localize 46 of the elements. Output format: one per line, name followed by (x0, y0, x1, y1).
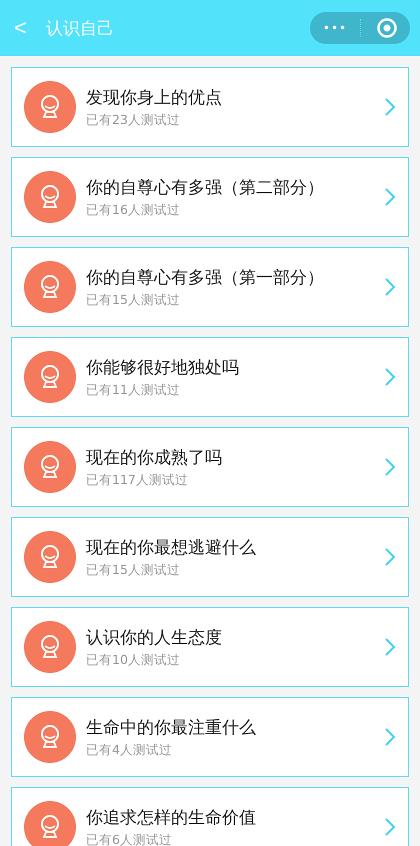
test-title: 现在的你成熟了吗 (86, 446, 223, 468)
page-title: 认识自己 (46, 18, 115, 40)
test-card[interactable]: 发现你身上的优点 已有23人测试过 (11, 67, 409, 147)
test-card[interactable]: 现在的你成熟了吗 已有117人测试过 (11, 427, 409, 507)
chevron-right-icon (384, 547, 396, 567)
chevron-right-icon (384, 637, 396, 657)
chevron-right-icon (384, 817, 396, 837)
test-card[interactable]: 你追求怎样的生命价值 已有6人测试过 (11, 787, 409, 846)
mirror-icon (24, 351, 76, 403)
mirror-icon (24, 171, 76, 223)
mirror-icon (24, 81, 76, 133)
participant-count: 已有6人测试过 (86, 832, 173, 846)
test-title: 你追求怎样的生命价值 (86, 806, 257, 828)
test-title: 生命中的你最注重什么 (86, 716, 257, 738)
mirror-icon (24, 801, 76, 846)
chevron-right-icon (384, 457, 396, 477)
chevron-right-icon (384, 97, 396, 117)
participant-count: 已有4人测试过 (86, 742, 173, 758)
test-title: 发现你身上的优点 (86, 86, 223, 108)
mirror-icon (24, 441, 76, 493)
mirror-icon (24, 621, 76, 673)
test-card[interactable]: 生命中的你最注重什么 已有4人测试过 (11, 697, 409, 777)
test-title: 你能够很好地独处吗 (86, 356, 240, 378)
test-card[interactable]: 你能够很好地独处吗 已有11人测试过 (11, 337, 409, 417)
participant-count: 已有10人测试过 (86, 652, 181, 668)
test-title: 你的自尊心有多强（第一部分） (86, 266, 325, 288)
test-title: 现在的你最想逃避什么 (86, 536, 257, 558)
chevron-right-icon (384, 727, 396, 747)
test-title: 你的自尊心有多强（第二部分） (86, 176, 325, 198)
participant-count: 已有16人测试过 (86, 202, 181, 218)
participant-count: 已有117人测试过 (86, 472, 189, 488)
participant-count: 已有23人测试过 (86, 112, 181, 128)
test-card[interactable]: 你的自尊心有多强（第二部分） 已有16人测试过 (11, 157, 409, 237)
chevron-right-icon (384, 277, 396, 297)
test-title: 认识你的人生态度 (86, 626, 223, 648)
chevron-right-icon (384, 367, 396, 387)
test-card[interactable]: 你的自尊心有多强（第一部分） 已有15人测试过 (11, 247, 409, 327)
participant-count: 已有11人测试过 (86, 382, 181, 398)
mirror-icon (24, 261, 76, 313)
test-card[interactable]: 现在的你最想逃避什么 已有15人测试过 (11, 517, 409, 597)
mirror-icon (24, 531, 76, 583)
test-card[interactable]: 认识你的人生态度 已有10人测试过 (11, 607, 409, 687)
chevron-right-icon (384, 187, 396, 207)
participant-count: 已有15人测试过 (86, 292, 181, 308)
mirror-icon (24, 711, 76, 763)
participant-count: 已有15人测试过 (86, 562, 181, 578)
